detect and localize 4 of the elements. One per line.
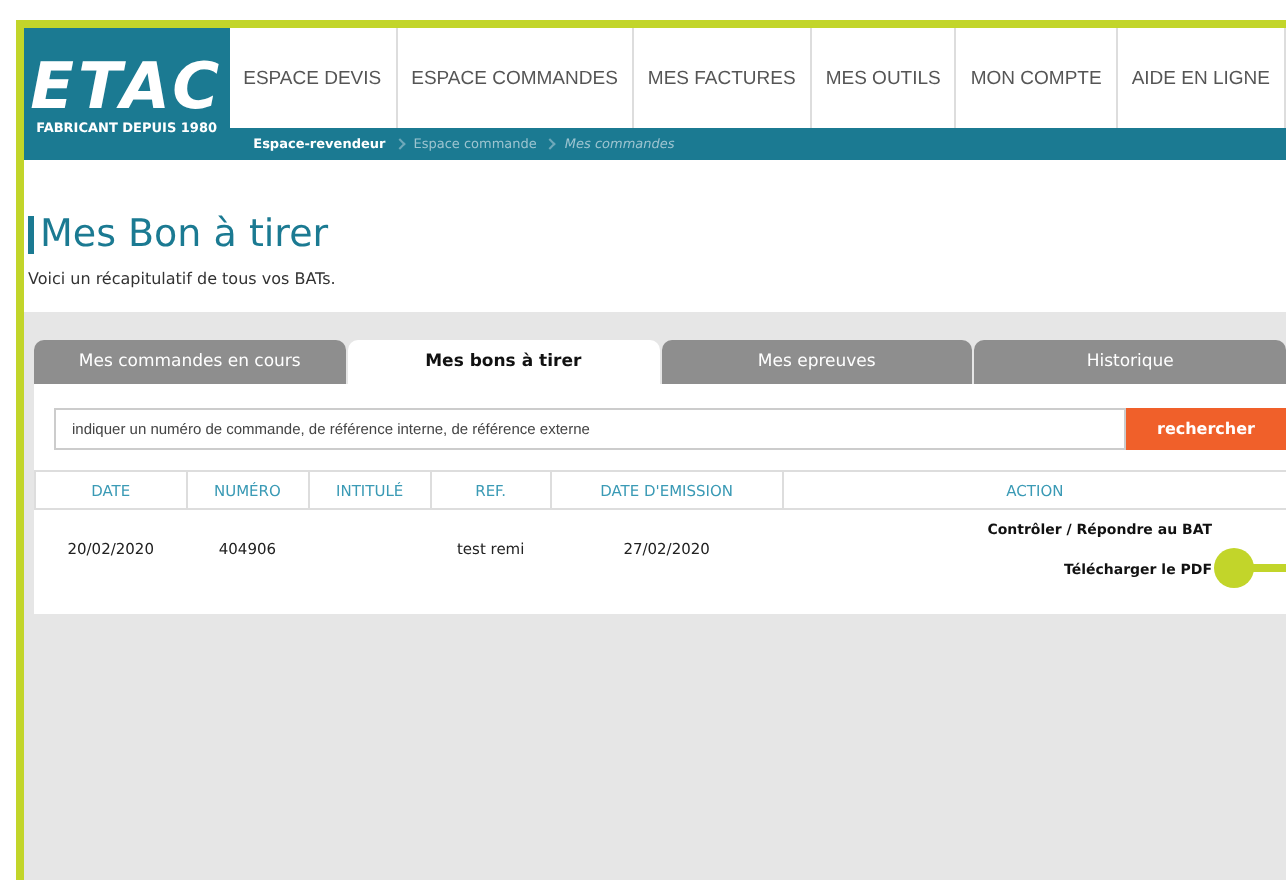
tab[interactable]: Mes bons à tirer bbox=[347, 340, 659, 384]
page-subtitle: Voici un récapitulatif de tous vos BATs. bbox=[28, 270, 338, 288]
page-title: Mes Bon à tirer bbox=[28, 216, 1286, 254]
logo-wordmark: ETAC bbox=[30, 53, 224, 117]
